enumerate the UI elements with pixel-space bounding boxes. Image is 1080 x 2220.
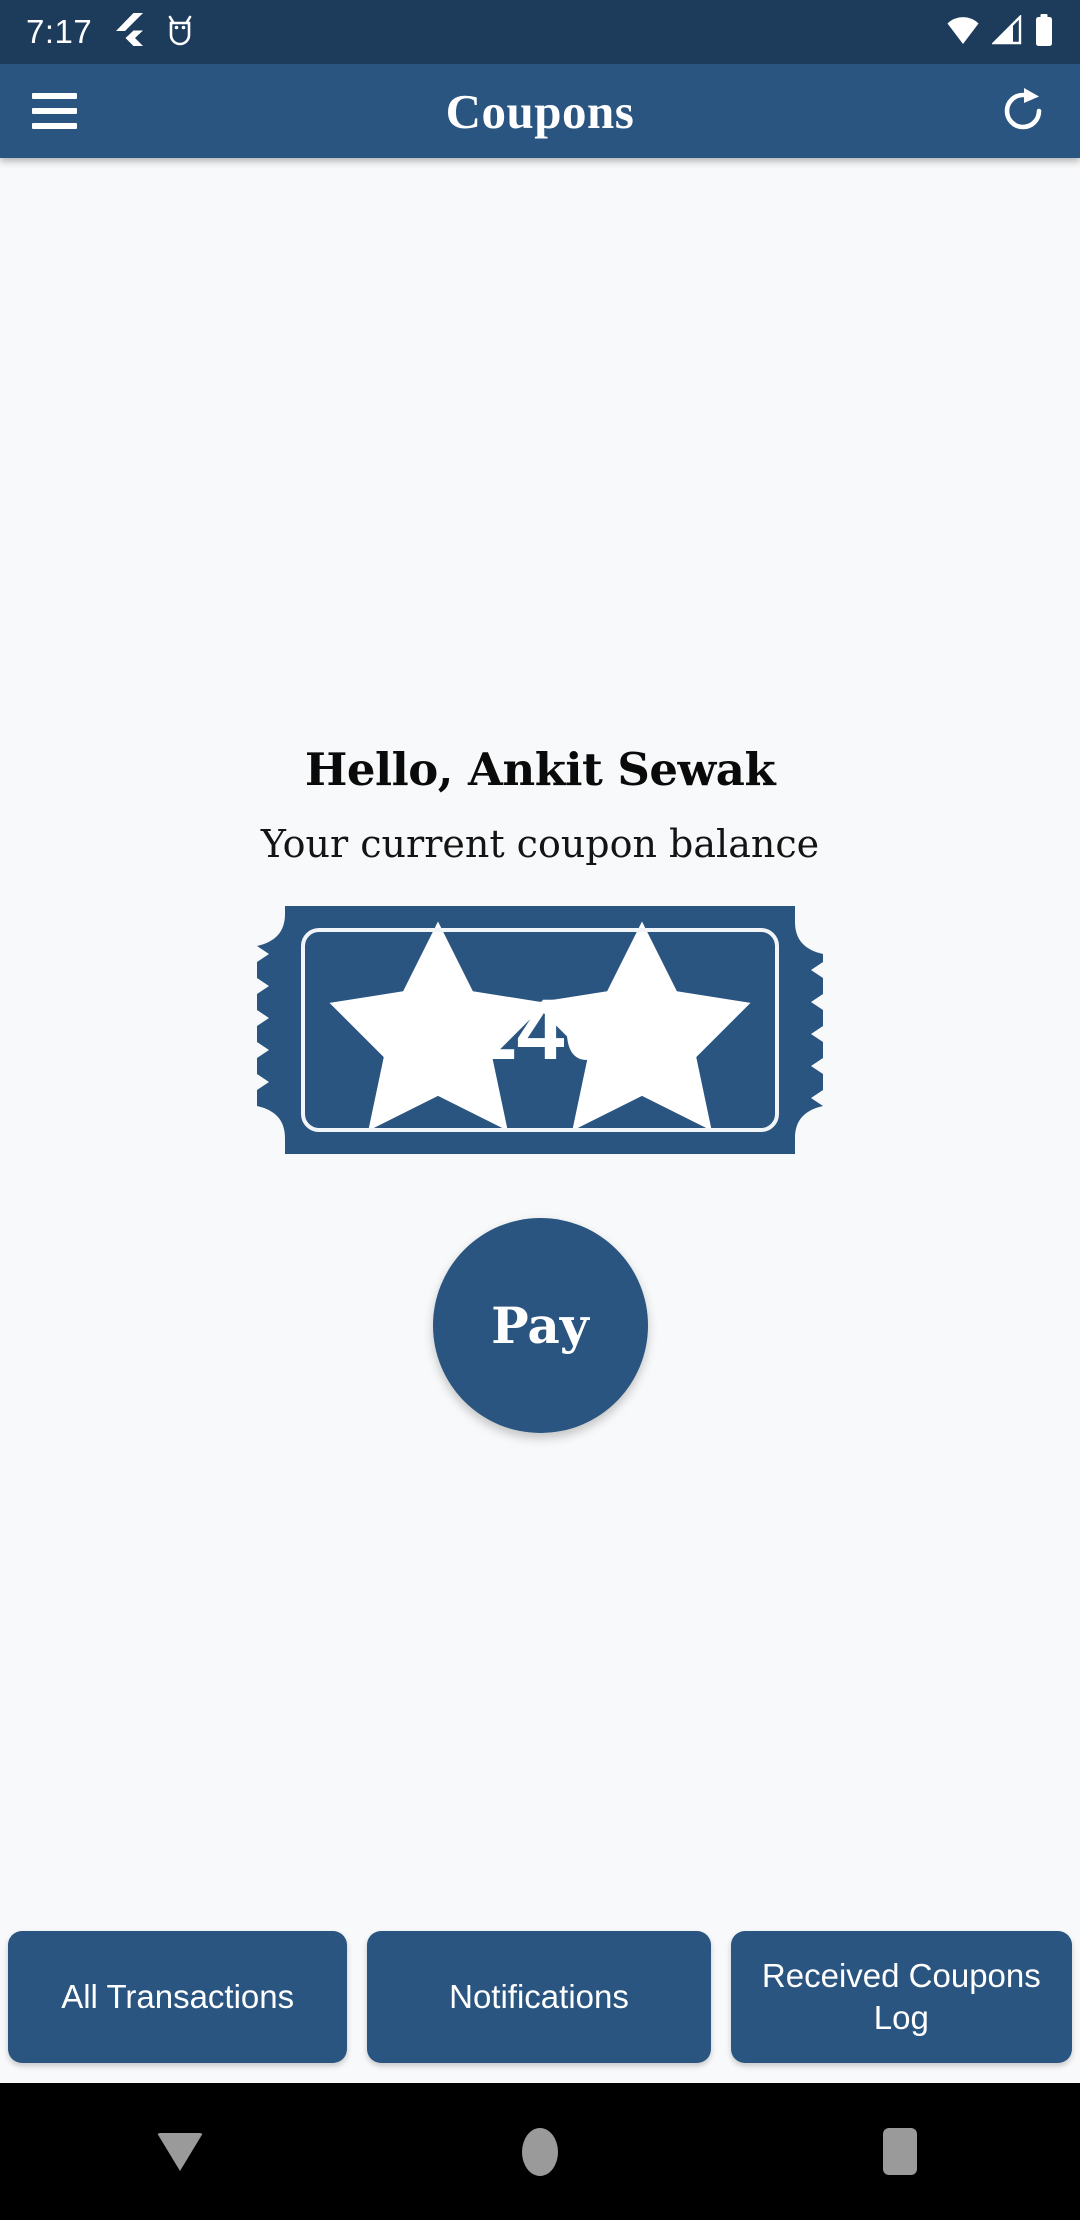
hamburger-menu-icon[interactable] (26, 80, 88, 142)
home-button[interactable] (480, 2092, 600, 2212)
status-bar-right (946, 13, 1054, 51)
system-navigation-bar (0, 2083, 1080, 2220)
refresh-icon[interactable] (992, 80, 1054, 142)
bottom-action-bar: All Transactions Notifications Received … (0, 1931, 1080, 2063)
battery-icon (1034, 13, 1054, 51)
greeting-block: Hello, Ankit Sewak Your current coupon b… (0, 743, 1080, 866)
balance-subtitle: Your current coupon balance (260, 822, 820, 866)
menu-bar-3 (32, 123, 77, 129)
pay-button-label: Pay (491, 1296, 589, 1355)
greeting-text: Hello, Ankit Sewak (304, 743, 776, 796)
app-bar: Coupons (0, 64, 1080, 158)
coupon-ticket-wrap: 240 (0, 906, 1080, 1154)
recents-button[interactable] (840, 2092, 960, 2212)
home-circle-icon (522, 2127, 558, 2176)
coupon-ticket: 240 (233, 906, 847, 1154)
pay-button[interactable]: Pay (432, 1218, 648, 1433)
wifi-icon (946, 15, 980, 50)
recents-square-icon (883, 2128, 917, 2175)
all-transactions-button[interactable]: All Transactions (8, 1931, 348, 2063)
status-bar: 7:17 (0, 0, 1080, 64)
android-robot-icon (166, 14, 194, 51)
received-coupons-log-button[interactable]: Received Coupons Log (730, 1931, 1072, 2063)
pay-button-wrap: Pay (0, 1218, 1080, 1433)
back-triangle-icon (157, 2132, 203, 2171)
main-content: Hello, Ankit Sewak Your current coupon b… (0, 158, 1080, 2083)
flutter-icon (114, 12, 144, 52)
menu-bar-1 (32, 93, 77, 99)
phone-screen: 7:17 Coupons Hello, Ankit Sewak Your cur… (0, 0, 1080, 2220)
status-bar-clock: 7:17 (26, 13, 93, 50)
coupon-balance-value: 240 (469, 982, 611, 1078)
page-title: Coupons (445, 83, 635, 139)
coupon-inner-frame: 240 (301, 928, 779, 1132)
status-bar-left: 7:17 (26, 12, 194, 52)
cellular-signal-icon (991, 13, 1022, 50)
back-button[interactable] (120, 2092, 240, 2212)
notifications-button[interactable]: Notifications (367, 1931, 711, 2063)
menu-bar-2 (32, 108, 77, 114)
